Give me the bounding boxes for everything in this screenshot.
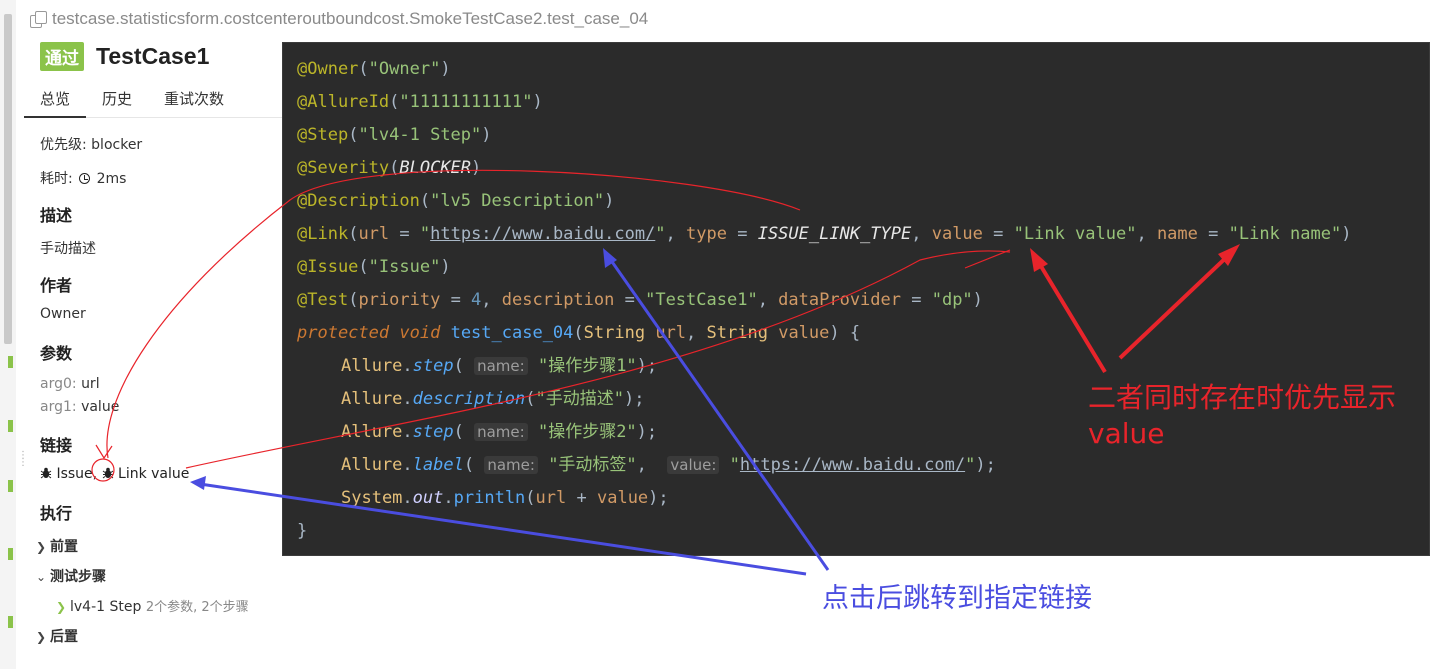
chevron-down-icon: ⌄ (36, 570, 47, 584)
code-screenshot-panel: @Owner("Owner") @AllureId("11111111111")… (282, 42, 1430, 556)
status-marker (8, 480, 13, 492)
code-line: protected void test_case_04(String url, … (297, 323, 861, 343)
priority-row: 优先级: blocker (40, 134, 142, 154)
test-steps-toggle[interactable]: ⌄ 测试步骤 (36, 566, 106, 586)
status-marker (8, 356, 13, 368)
duration-value: 2ms (96, 171, 127, 187)
code-line: @Owner("Owner") (297, 59, 451, 79)
test-path-bar: testcase.statisticsform.costcenteroutbou… (30, 6, 648, 32)
code-line: @Step("lv4-1 Step") (297, 125, 492, 145)
teardown-label: 后置 (50, 629, 78, 645)
red-annotation-line: 二者同时存在时优先显示 (1088, 381, 1397, 414)
code-line: @Link(url = "https://www.baidu.com/", ty… (297, 224, 1352, 244)
bug-icon (40, 467, 52, 479)
left-scrollbar[interactable] (0, 0, 16, 669)
tab-retries[interactable]: 重试次数 (148, 84, 240, 118)
execution-heading: 执行 (40, 504, 73, 523)
chevron-right-icon: ❯ (56, 600, 67, 614)
code-line: @AllureId("11111111111") (297, 92, 543, 112)
resize-grip-icon[interactable]: ⋮ ⋮ (18, 451, 28, 478)
code-line: } (297, 521, 308, 541)
code-line: @Test(priority = 4, description = "TestC… (297, 290, 983, 310)
code-line: Allure.step( name: "操作步骤1"); (341, 356, 658, 376)
blue-arrowhead (190, 476, 206, 490)
code-line: System.out.println(url + value); (341, 488, 669, 508)
red-check (95, 444, 113, 460)
test-steps-label: 测试步骤 (50, 569, 106, 585)
status-marker (8, 420, 13, 432)
page-title: TestCase1 (96, 43, 210, 69)
tab-overview[interactable]: 总览 (24, 84, 87, 118)
bug-icon (102, 467, 113, 479)
test-path: testcase.statisticsform.costcenteroutbou… (52, 9, 649, 28)
links-heading: 链接 (40, 436, 73, 455)
blue-annotation-text: 点击后跳转到指定链接 (822, 583, 1092, 614)
red-annotation-text: 二者同时存在时优先显示 value (1088, 380, 1396, 452)
title-row: 通过 TestCase1 (40, 42, 209, 71)
links-separator: , (92, 466, 98, 482)
status-marker (8, 548, 13, 560)
tab-history[interactable]: 历史 (86, 84, 148, 118)
step-meta: 2个参数, 2个步骤 (145, 600, 249, 615)
priority-value: blocker (91, 137, 143, 153)
param-row: arg1: value (40, 399, 119, 415)
chevron-right-icon: ❯ (36, 540, 47, 554)
priority-label: 优先级: (40, 137, 87, 153)
code-line: Allure.label( name: "手动标签", value: "http… (341, 455, 996, 475)
author-value: Owner (40, 306, 86, 322)
param-name: arg0: (40, 376, 77, 392)
param-value: url (81, 376, 100, 392)
teardown-toggle[interactable]: ❯ 后置 (36, 626, 78, 646)
setup-toggle[interactable]: ❯ 前置 (36, 536, 78, 556)
code-line: Allure.description("手动描述"); (341, 389, 645, 409)
status-marker (8, 616, 13, 628)
param-value: value (81, 399, 120, 415)
description-heading: 描述 (40, 206, 73, 225)
status-badge: 通过 (40, 42, 84, 71)
description-value: 手动描述 (40, 241, 96, 257)
code-line: @Severity(BLOCKER) (297, 158, 482, 178)
chevron-right-icon: ❯ (36, 630, 47, 644)
params-heading: 参数 (40, 344, 73, 363)
step-name: lv4-1 Step (70, 599, 142, 615)
copy-icon[interactable] (30, 11, 47, 28)
code-line: @Description("lv5 Description") (297, 191, 615, 211)
step-item[interactable]: ❯ lv4-1 Step 2个参数, 2个步骤 (56, 596, 249, 615)
author-heading: 作者 (40, 276, 73, 295)
link-issue[interactable]: Issue (56, 466, 92, 482)
duration-row: 耗时: 2ms (40, 168, 126, 188)
param-row: arg0: url (40, 376, 100, 392)
param-name: arg1: (40, 399, 77, 415)
clock-icon (79, 173, 91, 184)
red-annotation-line: value (1088, 417, 1165, 450)
code-line: @Issue("Issue") (297, 257, 451, 277)
links-row: Issue, Link value (40, 466, 189, 482)
code-line: Allure.step( name: "操作步骤2"); (341, 422, 658, 442)
link-link-value[interactable]: Link value (118, 466, 189, 482)
duration-label: 耗时: (40, 171, 73, 187)
setup-label: 前置 (50, 539, 78, 555)
tab-bar: 总览 历史 重试次数 (24, 84, 284, 118)
scrollbar-thumb[interactable] (4, 14, 12, 344)
